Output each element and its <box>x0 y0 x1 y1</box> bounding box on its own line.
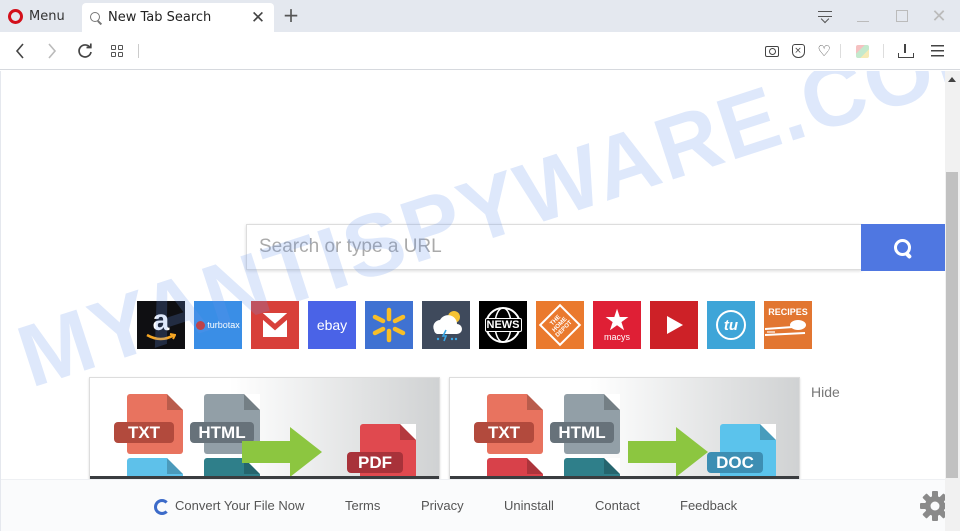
tile-recipes[interactable]: RECIPES <box>764 301 812 349</box>
walmart-spark-icon <box>372 307 406 343</box>
vertical-scrollbar[interactable] <box>945 71 960 531</box>
opera-menu-button[interactable]: Menu <box>8 5 65 27</box>
tile-walmart[interactable] <box>365 301 413 349</box>
spoon-fork-icon <box>765 320 806 336</box>
feedback-link[interactable]: Feedback <box>680 498 737 513</box>
adblock-icon[interactable]: × <box>788 41 808 61</box>
maximize-icon[interactable] <box>889 5 915 27</box>
convert-file-link[interactable]: Convert Your File Now <box>175 498 304 513</box>
tile-macys[interactable]: ★ macys <box>593 301 641 349</box>
html-label: HTML <box>550 422 614 443</box>
forward-icon[interactable] <box>41 40 63 62</box>
toolbar-separator <box>840 44 841 58</box>
new-tab-button[interactable]: + <box>280 4 302 26</box>
txt-label: TXT <box>474 422 534 443</box>
search-input[interactable] <box>247 225 861 269</box>
menu-label: Menu <box>29 8 65 24</box>
contact-link[interactable]: Contact <box>595 498 640 513</box>
search-icon <box>894 238 912 257</box>
speed-dial-tiles: a turbotax ebay NEWS THE HOME DEPOT ★ ma… <box>137 301 812 349</box>
page-content: MYANTISPYWARE.COM a turbotax ebay <box>0 71 945 531</box>
tile-amazon[interactable]: a <box>137 301 185 349</box>
tile-weather[interactable] <box>422 301 470 349</box>
gear-icon[interactable] <box>919 490 945 522</box>
tile-tu[interactable]: tu <box>707 301 755 349</box>
speed-dial-icon[interactable] <box>106 40 128 62</box>
reload-icon[interactable] <box>74 40 96 62</box>
convert-refresh-icon <box>154 499 170 515</box>
turbotax-check-icon <box>196 320 206 330</box>
tab-new-tab-search[interactable]: New Tab Search ✕ <box>82 3 274 32</box>
easy-setup-icon[interactable] <box>927 41 947 61</box>
close-window-icon[interactable]: ✕ <box>926 5 952 27</box>
toolbar-separator <box>883 44 884 58</box>
page-footer: Convert Your File Now Terms Privacy Unin… <box>1 479 945 531</box>
tile-youtube[interactable] <box>650 301 698 349</box>
convert-arrow-icon <box>628 427 708 477</box>
tab-bar: Menu New Tab Search ✕ + ✕ <box>0 0 960 32</box>
terms-link[interactable]: Terms <box>345 498 380 513</box>
address-separator <box>138 44 139 58</box>
tile-home-depot[interactable]: THE HOME DEPOT <box>536 301 584 349</box>
pdf-label: PDF <box>347 452 403 473</box>
tile-turbotax[interactable]: turbotax <box>194 301 242 349</box>
star-icon: ★ <box>605 305 629 335</box>
tile-gmail[interactable] <box>251 301 299 349</box>
scrollbar-thumb[interactable] <box>946 172 958 478</box>
hide-promos-link[interactable]: Hide <box>811 384 840 400</box>
tab-title: New Tab Search <box>108 10 212 25</box>
cube-extension-icon[interactable] <box>852 41 872 61</box>
convert-arrow-icon <box>242 427 322 477</box>
tile-ebay[interactable]: ebay <box>308 301 356 349</box>
weather-icon <box>433 311 462 342</box>
close-tab-icon[interactable]: ✕ <box>248 8 268 28</box>
scroll-up-arrow-icon[interactable] <box>948 77 956 82</box>
search-button[interactable] <box>861 224 945 271</box>
download-icon[interactable] <box>895 41 915 61</box>
promo-banner-pdf[interactable]: TXT HTML PDF <box>89 377 440 480</box>
uninstall-link[interactable]: Uninstall <box>504 498 554 513</box>
tile-news[interactable]: NEWS <box>479 301 527 349</box>
search-box <box>246 224 862 270</box>
doc-label: DOC <box>707 452 763 473</box>
address-toolbar: × ♡ <box>0 32 960 70</box>
search-icon <box>88 10 104 26</box>
browser-window: Menu New Tab Search ✕ + ✕ × ♡ MYANTISPYW… <box>0 0 960 531</box>
mail-icon <box>258 312 292 337</box>
txt-label: TXT <box>114 422 174 443</box>
promo-banner-doc[interactable]: TXT HTML DOC <box>449 377 800 480</box>
play-icon <box>667 316 683 334</box>
privacy-link[interactable]: Privacy <box>421 498 464 513</box>
back-icon[interactable] <box>9 40 31 62</box>
heart-icon[interactable]: ♡ <box>814 41 834 61</box>
opera-logo-icon <box>8 8 23 24</box>
tab-menu-icon[interactable] <box>812 5 838 27</box>
minimize-icon[interactable] <box>850 5 876 27</box>
camera-icon[interactable] <box>762 41 782 61</box>
